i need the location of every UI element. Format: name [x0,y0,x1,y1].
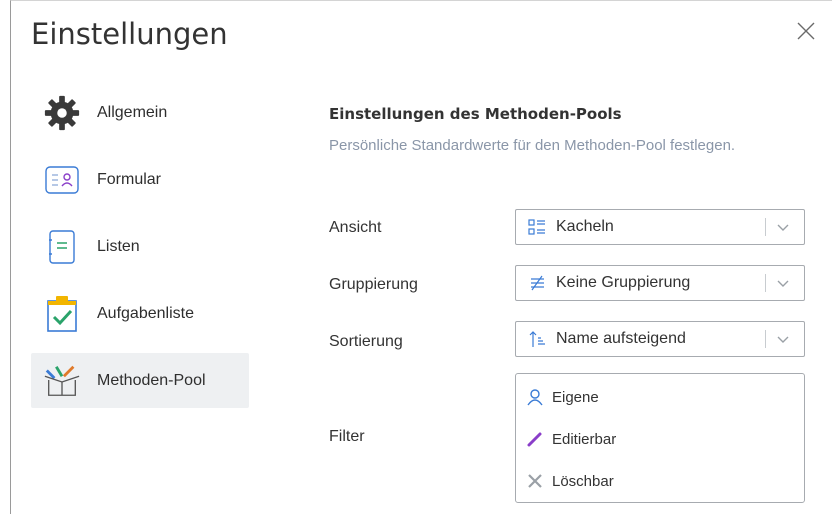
settings-content: Einstellungen des Methoden-Pools Persönl… [329,105,829,503]
gruppierung-select[interactable]: Keine Gruppierung [515,265,805,301]
clipboard-check-icon [43,295,81,333]
dialog-title: Einstellungen [31,17,228,51]
method-pool-box-icon [43,362,81,400]
sort-ascending-icon [528,330,546,348]
ansicht-label: Ansicht [329,219,382,236]
tiles-icon [528,218,546,236]
section-description: Persönliche Standardwerte für den Method… [329,137,736,154]
list-icon [43,228,81,266]
filter-option-label: Editierbar [552,430,617,448]
nav-label-methoden-pool: Methoden-Pool [97,371,206,389]
settings-nav: Allgemein Formular Listen Aufgabenliste … [31,85,249,420]
select-separator [765,330,766,348]
nav-label-formular: Formular [97,170,162,188]
gear-icon [43,94,81,132]
pencil-icon [526,430,544,448]
section-title: Einstellungen des Methoden-Pools [329,105,622,123]
sortierung-label: Sortierung [329,333,403,350]
filter-listbox[interactable]: Eigene Editierbar Löschbar [515,373,805,503]
filter-label: Filter [329,428,365,445]
nav-item-allgemein[interactable]: Allgemein [31,85,249,140]
no-grouping-icon [528,274,546,292]
settings-dialog: Einstellungen Allgemein Formular Listen … [10,0,832,514]
nav-item-formular[interactable]: Formular [31,152,249,207]
filter-option-label: Löschbar [552,472,614,490]
nav-item-listen[interactable]: Listen [31,219,249,274]
sortierung-value: Name aufsteigend [556,330,686,347]
nav-item-aufgabenliste[interactable]: Aufgabenliste [31,286,249,341]
nav-item-methoden-pool[interactable]: Methoden-Pool [31,353,249,408]
form-icon [43,161,81,199]
ansicht-select[interactable]: Kacheln [515,209,805,245]
user-icon [526,388,544,406]
x-icon [526,472,544,490]
sortierung-select[interactable]: Name aufsteigend [515,321,805,357]
gruppierung-value: Keine Gruppierung [556,274,691,291]
ansicht-value: Kacheln [556,218,614,235]
nav-label-aufgabenliste: Aufgabenliste [97,304,194,322]
select-separator [765,274,766,292]
chevron-down-icon[interactable] [776,220,790,234]
close-icon[interactable] [794,19,818,43]
select-separator [765,218,766,236]
chevron-down-icon[interactable] [776,276,790,290]
nav-label-allgemein: Allgemein [97,103,168,121]
filter-option-editierbar[interactable]: Editierbar [526,428,616,450]
filter-option-loeschbar[interactable]: Löschbar [526,470,614,492]
chevron-down-icon[interactable] [776,332,790,346]
gruppierung-label: Gruppierung [329,276,418,293]
filter-option-label: Eigene [552,388,599,406]
filter-option-eigene[interactable]: Eigene [526,386,599,408]
nav-label-listen: Listen [97,237,140,255]
